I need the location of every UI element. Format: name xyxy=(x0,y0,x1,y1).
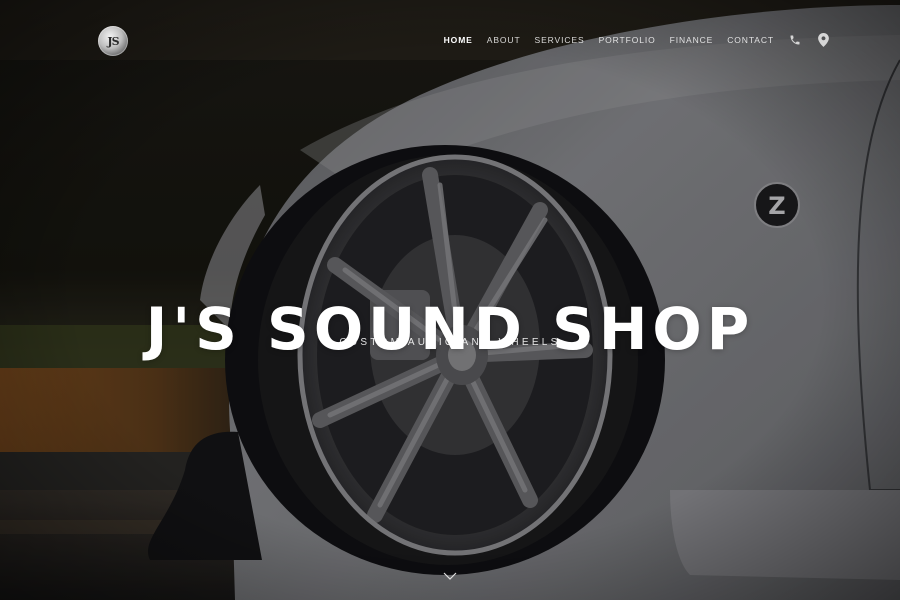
nav-link-finance[interactable]: FINANCE xyxy=(670,31,714,49)
logo-mark: JS xyxy=(107,34,119,48)
hero-section: Z JS HOME ABOUT SERVICES PORTFOLIO FINAN… xyxy=(0,0,900,600)
hero-subtitle: CUSTOM AUDIO AND WHEELS xyxy=(339,337,561,348)
nav-menu: HOME ABOUT SERVICES PORTFOLIO FINANCE CO… xyxy=(444,31,830,49)
chevron-down-icon xyxy=(443,572,457,580)
nav-link-services[interactable]: SERVICES xyxy=(535,31,585,49)
hero-title: J'S SOUND SHOP xyxy=(145,294,755,363)
brand-logo[interactable]: JS xyxy=(98,26,128,56)
map-pin-icon[interactable] xyxy=(816,31,830,49)
scroll-down-button[interactable] xyxy=(441,569,459,583)
nav-link-about[interactable]: ABOUT xyxy=(487,31,521,49)
nav-link-portfolio[interactable]: PORTFOLIO xyxy=(599,31,656,49)
phone-icon[interactable] xyxy=(788,31,802,49)
top-navigation: JS HOME ABOUT SERVICES PORTFOLIO FINANCE… xyxy=(0,0,900,80)
nav-link-contact[interactable]: CONTACT xyxy=(727,31,774,49)
nav-link-home[interactable]: HOME xyxy=(444,31,473,49)
